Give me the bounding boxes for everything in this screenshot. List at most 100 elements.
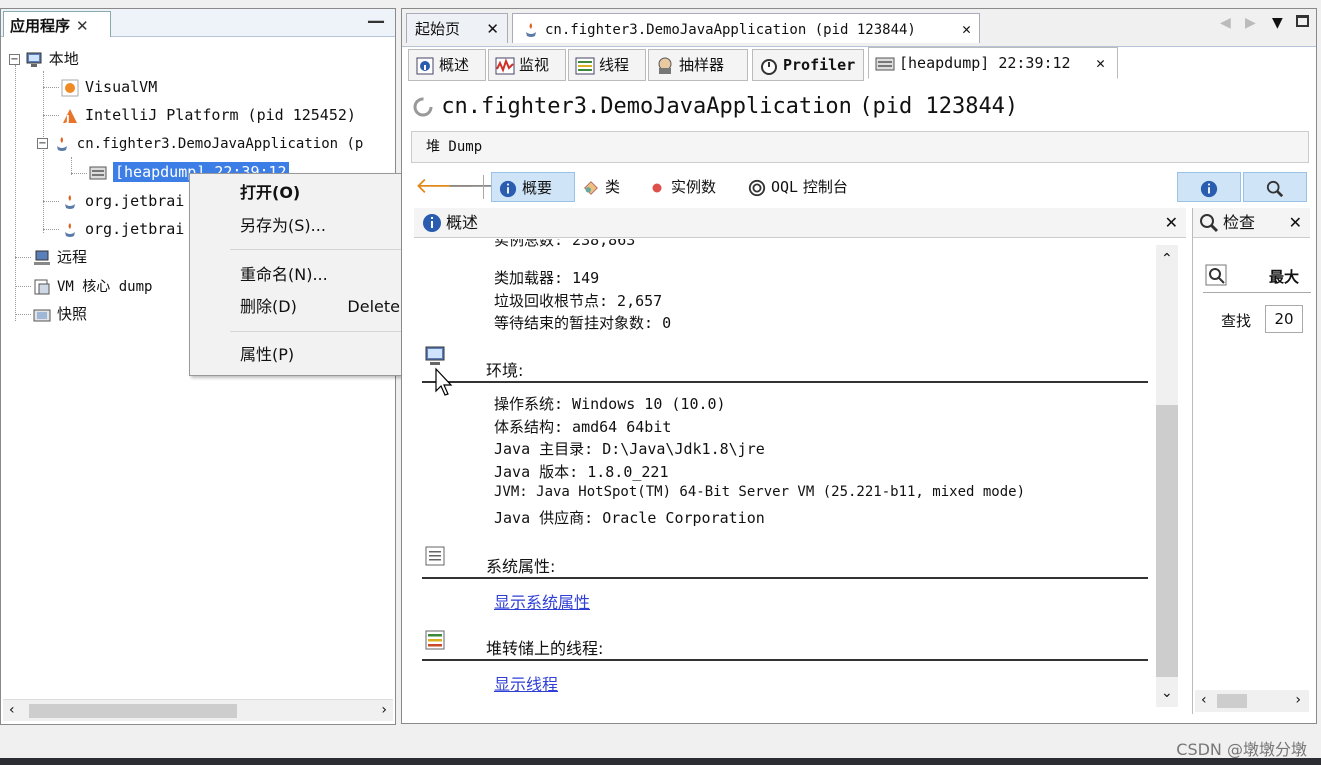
scroll-up-icon[interactable]: ⌃ xyxy=(1161,251,1173,267)
tree-item-remote[interactable]: 远程 xyxy=(33,245,87,269)
tree-item-vm-core-dump[interactable]: VM 核心 dump xyxy=(33,274,152,298)
threads-icon xyxy=(425,630,445,650)
sampler-icon xyxy=(658,57,672,74)
close-icon[interactable]: ✕ xyxy=(76,17,89,35)
menu-item-save-as[interactable]: 另存为(S)... xyxy=(190,211,416,241)
watermark: CSDN @墩墩分墩 xyxy=(1176,740,1307,759)
show-threads-link[interactable]: 显示线程 xyxy=(494,671,558,695)
tree-label: 远程 xyxy=(57,248,88,266)
tree-guide-line xyxy=(15,286,31,287)
tree-guide-line xyxy=(43,201,59,202)
scroll-thumb[interactable] xyxy=(1156,405,1178,677)
scroll-down-icon[interactable]: ⌄ xyxy=(1161,685,1173,701)
classes-button[interactable]: 类 xyxy=(581,172,620,202)
close-icon[interactable]: ✕ xyxy=(962,14,971,44)
tab-sampler[interactable]: 抽样器 xyxy=(648,49,748,81)
close-icon[interactable]: ✕ xyxy=(1096,48,1105,78)
close-icon[interactable]: ✕ xyxy=(1165,208,1178,238)
core-dump-icon xyxy=(34,279,50,294)
svg-text:J: J xyxy=(65,114,70,125)
taskbar-strip xyxy=(0,758,1321,765)
scroll-thumb[interactable] xyxy=(1217,694,1247,708)
heapdump-icon xyxy=(875,57,895,70)
tab-start-page[interactable]: 起始页 ✕ xyxy=(406,13,508,43)
find-instance-icon[interactable] xyxy=(1205,264,1227,286)
scroll-left-icon[interactable]: ‹ xyxy=(1201,690,1207,710)
scroll-right-icon[interactable]: › xyxy=(1295,690,1301,710)
overview-panel-header: 概述 ✕ xyxy=(414,208,1186,238)
tree-item-intellij[interactable]: J IntelliJ Platform (pid 125452) xyxy=(61,103,356,127)
section-divider xyxy=(422,381,1148,383)
tree-item-jetbrains-2[interactable]: org.jetbrai xyxy=(61,217,184,241)
tree-guide-line xyxy=(71,173,87,174)
menu-item-properties[interactable]: 属性(P) xyxy=(190,340,416,370)
close-icon[interactable]: ✕ xyxy=(1289,208,1302,238)
minimize-icon[interactable]: — xyxy=(367,11,385,32)
applications-tab[interactable]: 应用程序 ✕ xyxy=(3,11,111,37)
tree-guide-line xyxy=(15,65,16,321)
computer-icon xyxy=(26,52,42,67)
tree-item-jetbrains-1[interactable]: org.jetbrai xyxy=(61,189,184,213)
tab-heapdump[interactable]: [heapdump] 22:39:12 ✕ xyxy=(868,47,1118,79)
mouse-cursor-icon xyxy=(435,367,453,396)
collapse-icon[interactable]: − xyxy=(9,54,20,65)
java-icon xyxy=(65,222,75,237)
scroll-tabs-left-icon[interactable]: ◀ xyxy=(1220,15,1231,31)
search-icon xyxy=(1200,214,1219,233)
section-divider xyxy=(422,659,1148,661)
menu-item-rename[interactable]: 重命名(N)... xyxy=(190,260,416,290)
tree-item-demo-app[interactable]: − cn.fighter3.DemoJavaApplication (p xyxy=(37,131,363,155)
java-icon xyxy=(56,136,67,151)
vertical-scrollbar[interactable]: ⌃ ⌄ xyxy=(1156,245,1178,707)
scroll-tabs-right-icon[interactable]: ▶ xyxy=(1245,15,1256,31)
tab-profiler[interactable]: Profiler xyxy=(752,49,864,81)
menu-separator xyxy=(230,249,410,250)
instance-dot-icon xyxy=(652,183,662,192)
tab-overview[interactable]: 概述 xyxy=(408,49,486,81)
page-title: cn.fighter3.DemoJavaApplication (pid 123… xyxy=(412,93,1018,119)
tree-item-visualvm[interactable]: VisualVM xyxy=(61,75,157,99)
oql-console-button[interactable]: OQL 控制台 xyxy=(747,172,848,202)
scroll-right-icon[interactable]: › xyxy=(381,700,387,720)
tree-item-snapshots[interactable]: 快照 xyxy=(33,302,87,326)
close-icon[interactable]: ✕ xyxy=(486,14,499,44)
tab-demo-application[interactable]: cn.fighter3.DemoJavaApplication (pid 123… xyxy=(512,13,980,43)
tree-guide-line xyxy=(43,115,59,116)
tree-guide-line xyxy=(15,314,31,315)
summary-button[interactable]: 概要 xyxy=(491,172,575,202)
classes-icon xyxy=(584,180,598,195)
visualvm-icon xyxy=(61,79,79,96)
instances-button[interactable]: 实例数 xyxy=(647,172,716,202)
info-toggle-button[interactable] xyxy=(1177,172,1241,202)
remote-host-icon xyxy=(34,250,50,265)
loading-spinner-icon xyxy=(413,97,433,116)
tab-list-dropdown-icon[interactable]: ▼ xyxy=(1272,15,1283,31)
show-system-properties-link[interactable]: 显示系统属性 xyxy=(494,589,590,613)
menu-item-open[interactable]: 打开(O) xyxy=(190,178,416,208)
tab-monitor[interactable]: 监视 xyxy=(488,49,566,81)
java-version-line: Java 版本: 1.8.0_221 xyxy=(494,463,669,481)
info-icon xyxy=(499,180,517,197)
menu-item-delete[interactable]: 删除(D) Delete xyxy=(190,292,416,322)
scroll-left-icon[interactable]: ‹ xyxy=(9,700,15,720)
system-properties-icon xyxy=(425,546,445,566)
pending-finalize-line: 等待结束的暂挂对象数: 0 xyxy=(494,314,672,332)
scroll-thumb[interactable] xyxy=(29,704,237,718)
collapse-icon[interactable]: − xyxy=(37,138,48,149)
tab-threads[interactable]: 线程 xyxy=(568,49,646,81)
find-count-input[interactable]: 20 xyxy=(1265,305,1303,333)
maximize-icon[interactable] xyxy=(1296,15,1309,27)
horizontal-scrollbar[interactable]: ‹ › xyxy=(3,699,393,721)
instances-total-line: 实例总数: 238,863 xyxy=(494,239,636,249)
tree-label: VM 核心 dump xyxy=(57,279,153,295)
inspect-toggle-button[interactable] xyxy=(1243,172,1307,202)
info-icon xyxy=(423,214,441,232)
snapshot-icon xyxy=(33,309,51,321)
find-label: 查找 xyxy=(1221,312,1252,330)
tree-item-local[interactable]: − 本地 xyxy=(9,47,79,71)
section-divider xyxy=(1203,292,1311,293)
environment-section-title: 环境: xyxy=(486,361,524,380)
architecture-line: 体系结构: amd64 64bit xyxy=(494,418,672,436)
gc-roots-line: 垃圾回收根节点: 2,657 xyxy=(494,292,663,310)
horizontal-scrollbar[interactable]: ‹ › xyxy=(1195,690,1309,712)
